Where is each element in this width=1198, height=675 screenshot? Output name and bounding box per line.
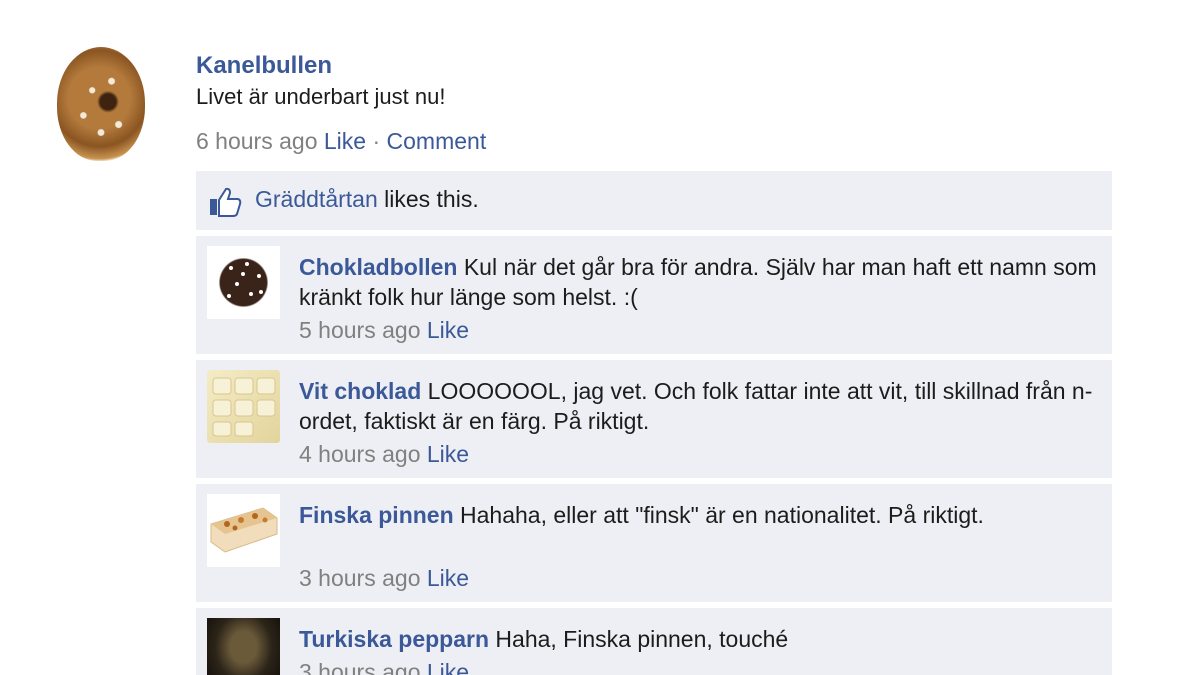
thumbs-up-icon xyxy=(210,187,242,217)
comment-like-link[interactable]: Like xyxy=(427,659,469,675)
chocolate-bar-icon xyxy=(212,377,276,437)
coconut-sprinkles-icon xyxy=(227,262,263,298)
comment-timestamp[interactable]: 5 hours ago xyxy=(299,317,420,343)
comment-text: Hahaha, eller att "finsk" är en national… xyxy=(460,502,984,528)
comment-item: Chokladbollen Kul när det går bra för an… xyxy=(196,236,1112,354)
comment-item: Finska pinnen Hahaha, eller att "finsk" … xyxy=(196,484,1112,602)
post-meta: 6 hours ago Like · Comment xyxy=(196,128,486,155)
comment-timestamp[interactable]: 3 hours ago xyxy=(299,565,420,591)
comment-body: Finska pinnen Hahaha, eller att "finsk" … xyxy=(299,500,1099,530)
meta-separator: · xyxy=(372,128,381,154)
post-author[interactable]: Kanelbullen xyxy=(196,52,332,80)
likes-suffix: likes this. xyxy=(384,186,479,212)
comment-body: Vit choklad LOOOOOOL, jag vet. Och folk … xyxy=(299,376,1099,436)
comment-timestamp[interactable]: 4 hours ago xyxy=(299,441,420,467)
feed-post: Kanelbullen Livet är underbart just nu! … xyxy=(0,0,1198,675)
commenter-avatar[interactable] xyxy=(207,246,280,319)
comment-meta: 3 hours ago Like xyxy=(299,565,469,592)
comment-body: Chokladbollen Kul när det går bra för an… xyxy=(299,252,1099,312)
comment-meta: 3 hours ago Like xyxy=(299,659,469,675)
commenter-avatar[interactable] xyxy=(207,618,280,675)
commenter-avatar[interactable] xyxy=(207,494,280,567)
comment-item: Turkiska pepparn Haha, Finska pinnen, to… xyxy=(196,608,1112,675)
comment-timestamp[interactable]: 3 hours ago xyxy=(299,659,420,675)
comment-meta: 4 hours ago Like xyxy=(299,441,469,468)
comment-like-link[interactable]: Like xyxy=(427,317,469,343)
comment-body: Turkiska pepparn Haha, Finska pinnen, to… xyxy=(299,624,1099,654)
comment-text: Haha, Finska pinnen, touché xyxy=(495,626,789,652)
comment-author[interactable]: Turkiska pepparn xyxy=(299,626,489,652)
post-text: Livet är underbart just nu! xyxy=(196,84,446,109)
comment-meta: 5 hours ago Like xyxy=(299,317,469,344)
comment-link[interactable]: Comment xyxy=(387,128,487,154)
post-timestamp[interactable]: 6 hours ago xyxy=(196,128,317,154)
comment-author[interactable]: Finska pinnen xyxy=(299,502,454,528)
comment-author[interactable]: Vit choklad xyxy=(299,378,421,404)
commenter-avatar[interactable] xyxy=(207,370,280,443)
comment-item: Vit choklad LOOOOOOL, jag vet. Och folk … xyxy=(196,360,1112,478)
like-link[interactable]: Like xyxy=(324,128,366,154)
liker-name[interactable]: Gräddtårtan xyxy=(255,186,378,212)
comment-like-link[interactable]: Like xyxy=(427,441,469,467)
comment-author[interactable]: Chokladbollen xyxy=(299,254,457,280)
comment-like-link[interactable]: Like xyxy=(427,565,469,591)
author-avatar[interactable] xyxy=(57,47,145,161)
cookie-bar-icon xyxy=(210,507,278,553)
